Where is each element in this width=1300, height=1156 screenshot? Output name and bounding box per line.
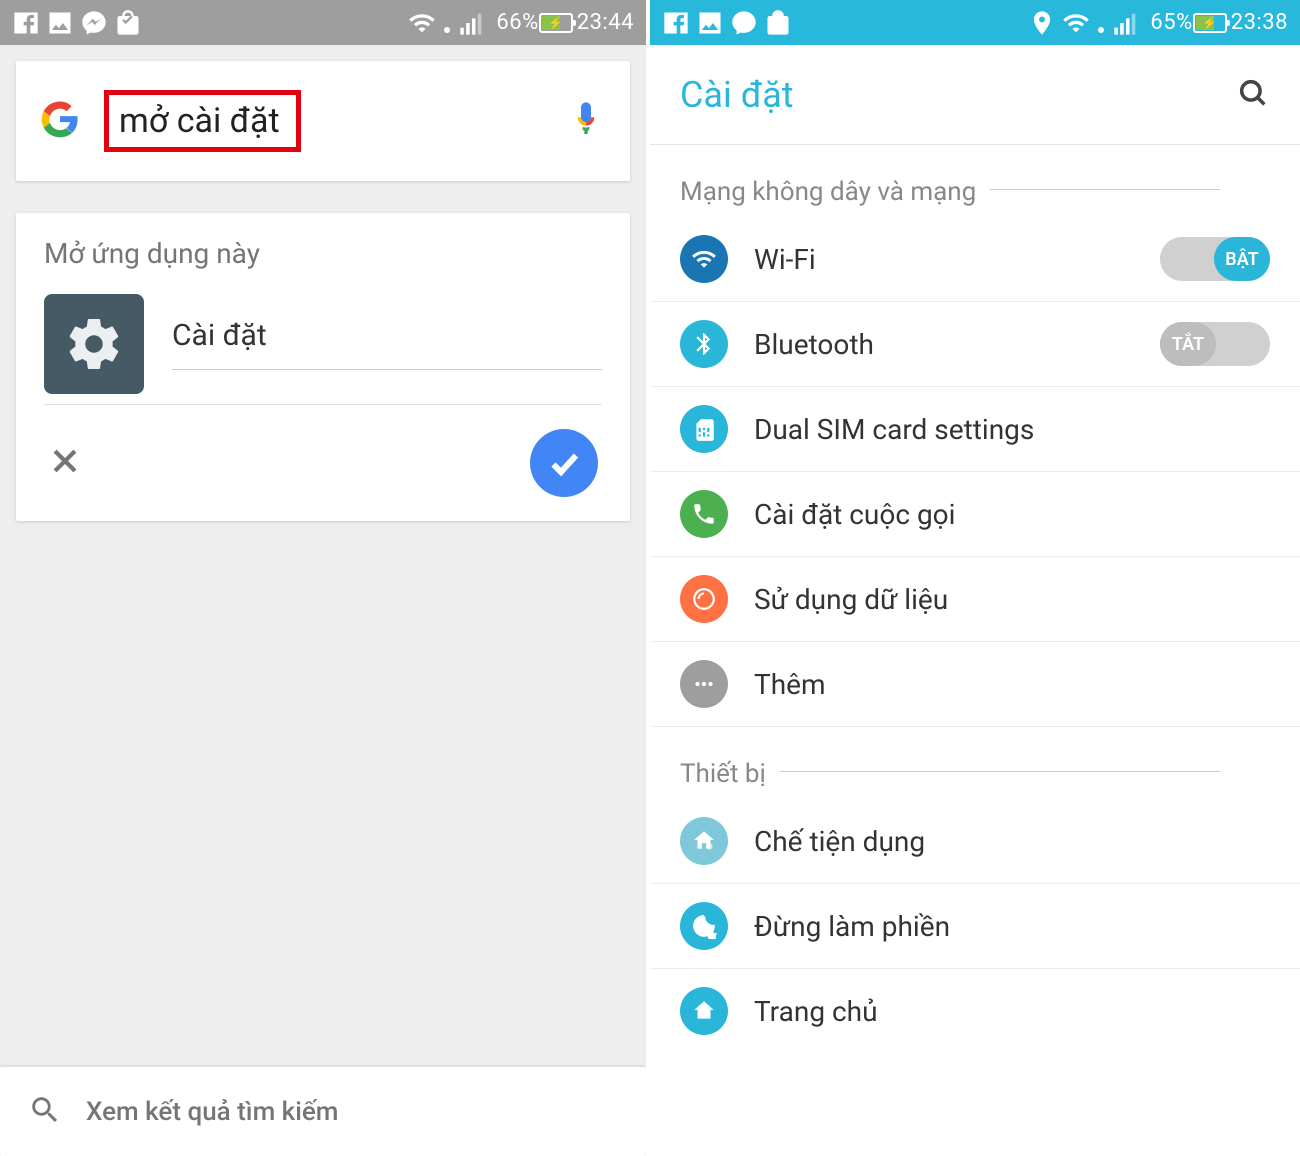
store-icon [114, 9, 142, 37]
row-data[interactable]: Sử dụng dữ liệu [650, 557, 1300, 642]
google-now-screen: 66% ⚡ 23:44 mở cài đặt Mở ứng dụng này C… [0, 0, 650, 1156]
dnd-icon [680, 902, 728, 950]
battery-icon: ⚡ [1193, 13, 1227, 33]
signal-icon [1112, 9, 1140, 37]
easy-mode-icon [680, 817, 728, 865]
search-icon [28, 1093, 62, 1131]
bluetooth-icon [680, 320, 728, 368]
signal-dot-icon [1096, 9, 1106, 37]
row-dnd[interactable]: Đừng làm phiền [650, 884, 1300, 969]
clock: 23:38 [1231, 10, 1288, 35]
settings-app-icon [44, 294, 144, 394]
search-query-text: mở cài đặt [119, 101, 280, 141]
easy-label: Chế tiện dụng [754, 825, 1270, 858]
wifi-icon [1062, 9, 1090, 37]
row-easy[interactable]: Chế tiện dụng [650, 799, 1300, 884]
location-icon [1028, 9, 1056, 37]
sim-icon [680, 405, 728, 453]
google-logo-icon [40, 99, 80, 143]
row-home[interactable]: Trang chủ [650, 969, 1300, 1053]
bluetooth-toggle[interactable]: TẮT [1160, 322, 1270, 366]
facebook-icon [12, 9, 40, 37]
card-actions [44, 421, 602, 505]
home-icon [680, 987, 728, 1035]
battery-icon: ⚡ [539, 13, 573, 33]
card-heading: Mở ứng dụng này [44, 237, 602, 270]
photos-icon [46, 9, 74, 37]
messenger-icon [730, 9, 758, 37]
call-label: Cài đặt cuộc gọi [754, 498, 1270, 531]
row-dualsim[interactable]: Dual SIM card settings [650, 387, 1300, 472]
settings-title: Cài đặt [680, 74, 1236, 116]
open-app-card: Mở ứng dụng này Cài đặt [16, 213, 630, 521]
settings-screen: 65% ⚡ 23:38 Cài đặt Mạng không dây và mạ… [650, 0, 1300, 1156]
status-bar-left: 66% ⚡ 23:44 [0, 0, 646, 45]
search-icon[interactable] [1236, 76, 1270, 114]
app-name-label: Cài đặt [172, 318, 602, 370]
clock: 23:44 [577, 10, 634, 35]
dismiss-button[interactable] [48, 444, 82, 482]
search-results-label: Xem kết quả tìm kiếm [86, 1097, 338, 1127]
data-usage-icon [680, 575, 728, 623]
wifi-toggle[interactable]: BẬT [1160, 237, 1270, 281]
app-row[interactable]: Cài đặt [44, 294, 602, 405]
store-icon [764, 9, 792, 37]
search-results-bar[interactable]: Xem kết quả tìm kiếm [0, 1066, 646, 1156]
search-query-highlight: mở cài đặt [104, 90, 301, 152]
wifi-icon [408, 9, 436, 37]
more-icon [680, 660, 728, 708]
signal-dot-icon [442, 9, 452, 37]
battery-pct: 65% [1150, 10, 1192, 35]
wifi-label: Wi-Fi [754, 243, 1134, 276]
wifi-icon [680, 235, 728, 283]
facebook-icon [662, 9, 690, 37]
section-device-header: Thiết bị [650, 727, 1300, 799]
settings-header: Cài đặt [650, 45, 1300, 145]
row-bluetooth[interactable]: Bluetooth TẮT [650, 302, 1300, 387]
photos-icon [696, 9, 724, 37]
section-network-header: Mạng không dây và mạng [650, 145, 1300, 217]
bluetooth-label: Bluetooth [754, 328, 1134, 361]
dnd-label: Đừng làm phiền [754, 910, 1270, 943]
battery-pct: 66% [496, 10, 538, 35]
row-more[interactable]: Thêm [650, 642, 1300, 727]
signal-icon [458, 9, 486, 37]
row-wifi[interactable]: Wi-Fi BẬT [650, 217, 1300, 302]
messenger-icon [80, 9, 108, 37]
data-label: Sử dụng dữ liệu [754, 583, 1270, 616]
mic-icon[interactable] [566, 99, 606, 143]
phone-icon [680, 490, 728, 538]
confirm-button[interactable] [530, 429, 598, 497]
home-label: Trang chủ [754, 995, 1270, 1028]
dualsim-label: Dual SIM card settings [754, 413, 1270, 446]
row-call[interactable]: Cài đặt cuộc gọi [650, 472, 1300, 557]
status-bar-right: 65% ⚡ 23:38 [650, 0, 1300, 45]
more-label: Thêm [754, 668, 1270, 701]
search-card[interactable]: mở cài đặt [16, 61, 630, 181]
